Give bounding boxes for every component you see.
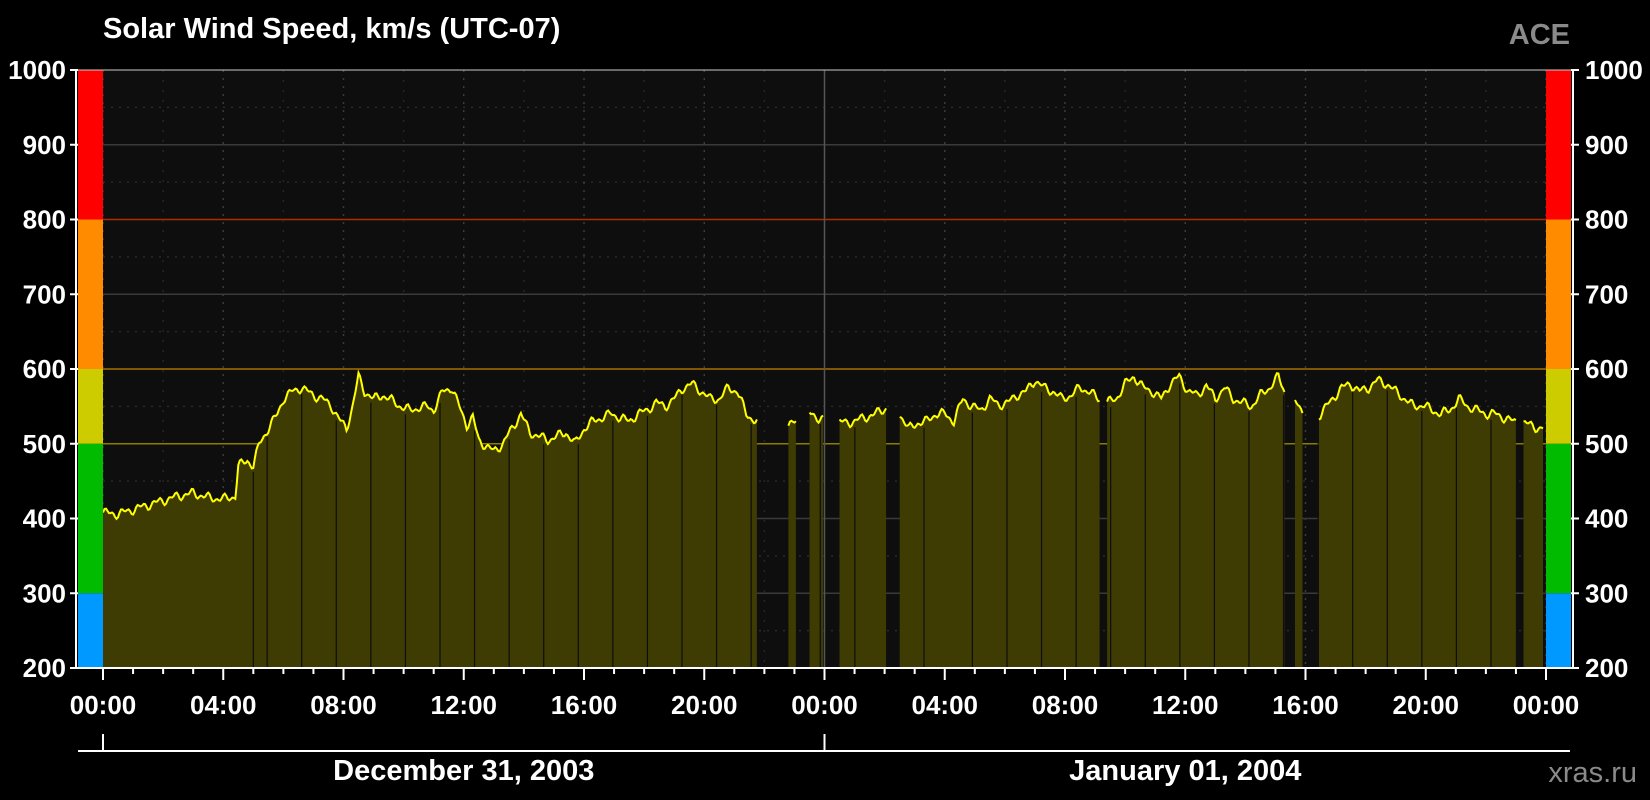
band-200-300	[78, 593, 103, 668]
x-tick-label: 00:00	[791, 690, 858, 720]
left-speed-scale-bar	[78, 70, 103, 668]
solar-wind-chart: Solar Wind Speed, km/s (UTC-07) ACE 1000…	[8, 13, 1643, 789]
x-tick-label: 04:00	[912, 690, 979, 720]
band-200-300	[1546, 593, 1571, 668]
date-label: January 01, 2004	[1069, 755, 1301, 787]
band-500-600	[78, 369, 103, 444]
band-300-500	[78, 443, 103, 594]
x-axis: 00:00 04:00 08:00 12:00 16:00 20:00 00:00 04:00…	[70, 668, 1580, 720]
y-tick-label: 200	[1585, 653, 1628, 683]
y-tick-label: 900	[1585, 130, 1628, 160]
x-tick-label: 00:00	[1513, 690, 1580, 720]
x-tick-label: 12:00	[431, 690, 498, 720]
y-tick-label: 500	[23, 429, 66, 459]
area-segment	[1523, 421, 1543, 668]
date-label: December 31, 2003	[333, 755, 594, 787]
y-tick-label: 200	[23, 653, 66, 683]
y-tick-label: 800	[1585, 205, 1628, 235]
right-y-axis: 1000 900 800 700 600 500 400 300 200	[1571, 55, 1643, 683]
speed-area-fill	[103, 372, 1543, 668]
area-segment	[788, 420, 796, 668]
y-tick-label: 800	[23, 205, 66, 235]
y-tick-label: 700	[23, 279, 66, 309]
x-tick-label: 04:00	[190, 690, 257, 720]
area-segment	[1319, 376, 1516, 668]
y-tick-label: 600	[23, 354, 66, 384]
band-500-600	[1546, 369, 1571, 444]
y-tick-label: 300	[23, 578, 66, 608]
x-tick-label: 20:00	[1393, 690, 1460, 720]
x-tick-label: 16:00	[1272, 690, 1339, 720]
band-300-500	[1546, 443, 1571, 594]
y-tick-label: 1000	[1585, 55, 1643, 85]
area-segment	[899, 381, 1100, 668]
credit-label: xras.ru	[1548, 757, 1637, 789]
y-tick-label: 1000	[8, 55, 66, 85]
y-tick-label: 700	[1585, 279, 1628, 309]
y-tick-label: 600	[1585, 354, 1628, 384]
right-speed-scale-bar	[1546, 70, 1571, 668]
chart-title: Solar Wind Speed, km/s (UTC-07)	[103, 13, 560, 45]
band-800-1000	[1546, 70, 1571, 220]
area-segment	[1107, 373, 1285, 668]
x-tick-label: 08:00	[310, 690, 377, 720]
source-label: ACE	[1509, 19, 1570, 51]
x-tick-label: 16:00	[551, 690, 618, 720]
area-segment	[809, 412, 823, 668]
band-800-1000	[78, 70, 103, 220]
x-tick-label: 12:00	[1152, 690, 1219, 720]
area-segment	[1295, 400, 1303, 668]
y-tick-label: 300	[1585, 578, 1628, 608]
area-segment	[839, 408, 887, 668]
band-600-800	[78, 219, 103, 369]
y-tick-label: 900	[23, 130, 66, 160]
band-600-800	[1546, 219, 1571, 369]
x-tick-label: 08:00	[1032, 690, 1099, 720]
y-tick-label: 400	[23, 504, 66, 534]
date-labels: December 31, 2003 January 01, 2004	[102, 734, 1301, 787]
x-tick-label: 00:00	[70, 690, 137, 720]
x-tick-label: 20:00	[671, 690, 738, 720]
y-tick-label: 500	[1585, 429, 1628, 459]
y-tick-label: 400	[1585, 504, 1628, 534]
